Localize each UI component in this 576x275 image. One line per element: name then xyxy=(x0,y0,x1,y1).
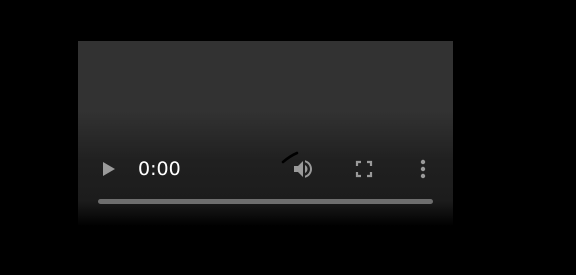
fullscreen-icon xyxy=(355,160,373,178)
volume-icon xyxy=(294,160,312,178)
timeline-slider[interactable] xyxy=(98,199,433,204)
volume-button[interactable] xyxy=(291,157,315,181)
play-icon xyxy=(103,162,115,176)
fullscreen-button[interactable] xyxy=(354,159,374,179)
video-player[interactable]: 0:00 xyxy=(78,41,453,226)
more-options-button[interactable] xyxy=(413,158,433,180)
play-button[interactable] xyxy=(100,159,116,179)
more-vertical-icon xyxy=(420,159,426,179)
current-time: 0:00 xyxy=(138,158,181,180)
